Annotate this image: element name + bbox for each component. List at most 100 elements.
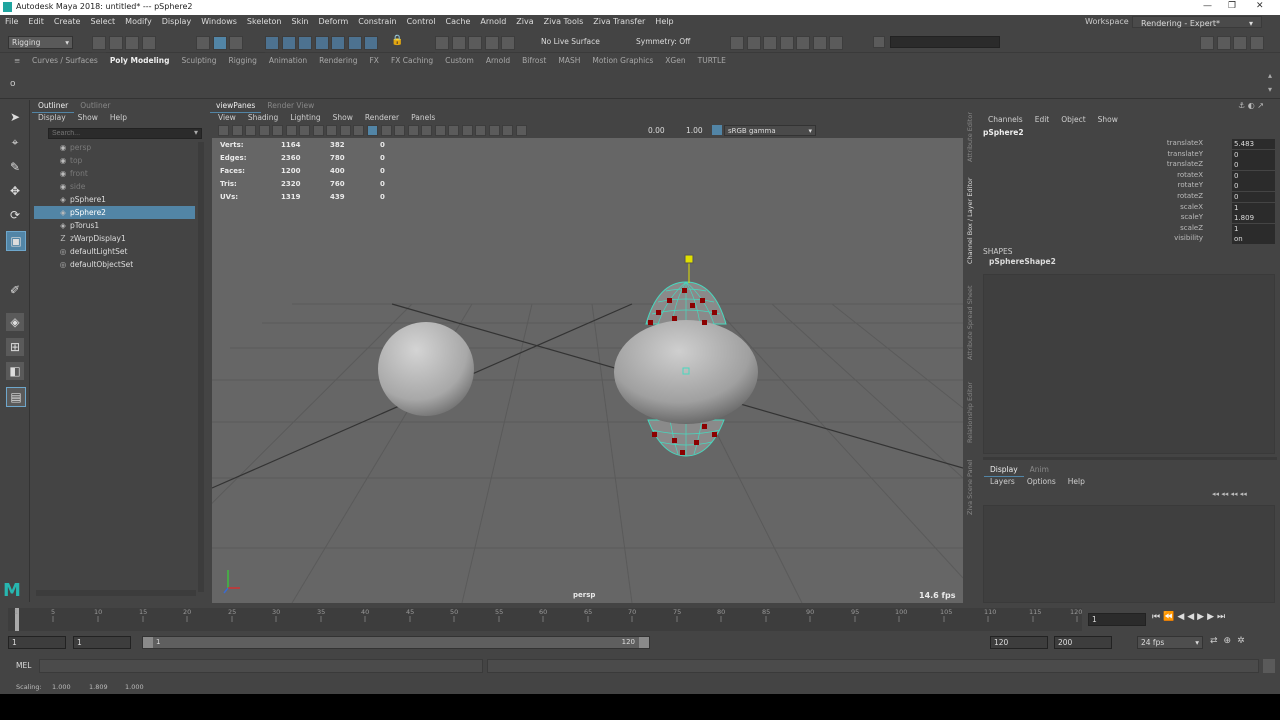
name-field[interactable] (890, 36, 1000, 48)
help-menu[interactable]: Help (1062, 476, 1091, 488)
shelf-tab[interactable]: FX Caching (385, 53, 439, 69)
channel-scalez[interactable]: scaleZ 1 (980, 224, 1275, 234)
channel-value[interactable]: on (1232, 234, 1275, 244)
film-gate-icon[interactable] (285, 125, 297, 136)
render-setup-icon[interactable] (796, 36, 811, 50)
menu-item[interactable]: Edit (23, 15, 49, 29)
channel-value[interactable]: 1 (1232, 224, 1275, 234)
shelf-tab[interactable]: Animation (263, 53, 313, 69)
viewport-menu-view[interactable]: View (212, 112, 242, 124)
outliner-layout-icon[interactable]: ▤ (6, 387, 26, 407)
select-component-icon[interactable] (229, 36, 244, 50)
outliner-menu-show[interactable]: Show (72, 112, 104, 124)
menu-item[interactable]: Windows (196, 15, 242, 29)
menu-item[interactable]: Display (157, 15, 197, 29)
mask-dynamics-icon[interactable] (347, 36, 362, 50)
single-perspective-view-icon[interactable]: ◈ (6, 313, 24, 331)
input-field-icon[interactable] (873, 36, 885, 48)
menuset-dropdown[interactable]: Rigging ▾ (8, 36, 73, 49)
outliner-item-persp[interactable]: ◉ persp (34, 141, 195, 154)
playback-end-field[interactable]: 120 (990, 636, 1048, 649)
smooth-shade-icon[interactable] (367, 125, 379, 136)
grid-toggle-icon[interactable] (272, 125, 284, 136)
shelf-tab[interactable]: Curves / Surfaces (26, 53, 104, 69)
four-view-icon[interactable]: ⊞ (6, 338, 24, 356)
menu-item[interactable]: Create (49, 15, 86, 29)
channel-rotatez[interactable]: rotateZ 0 (980, 192, 1275, 202)
channel-box-icon[interactable] (1249, 36, 1264, 50)
snap-plane-icon[interactable] (484, 36, 499, 50)
mask-joints-icon[interactable] (281, 36, 296, 50)
shelf-scroll-down-icon[interactable]: ▾ (1268, 85, 1272, 94)
menu-item[interactable]: Constrain (353, 15, 401, 29)
menu-item[interactable]: Help (650, 15, 678, 29)
outliner-tab[interactable]: Outliner (74, 100, 116, 112)
animation-end-field[interactable]: 200 (1054, 636, 1112, 649)
options-menu[interactable]: Options (1021, 476, 1062, 488)
shape-name[interactable]: pSphereShape2 (989, 257, 1056, 266)
animation-prefs-icon[interactable]: ✲ (1237, 636, 1251, 646)
outliner-vscrollbar[interactable] (198, 142, 204, 592)
render-settings-icon[interactable] (763, 36, 778, 50)
wireframe-on-shaded-icon[interactable] (380, 125, 392, 136)
shelf-tab[interactable]: TURTLE (692, 53, 732, 69)
channel-translatex[interactable]: translateX 5.483 (980, 139, 1275, 149)
outliner-item-front[interactable]: ◉ front (34, 167, 195, 180)
psphere1-mesh[interactable] (378, 322, 474, 416)
open-scene-icon[interactable] (108, 36, 123, 50)
mask-handles-icon[interactable] (265, 36, 279, 50)
menu-item[interactable]: File (0, 15, 23, 29)
channel-value[interactable]: 0 (1232, 181, 1275, 191)
outliner-menu-help[interactable]: Help (104, 112, 133, 124)
channel-value[interactable]: 1.809 (1232, 213, 1275, 223)
channel-rotatey[interactable]: rotateY 0 (980, 181, 1275, 191)
new-scene-icon[interactable] (92, 36, 106, 50)
mask-curves-icon[interactable] (298, 36, 313, 50)
shadows-icon[interactable] (421, 125, 433, 136)
shelf-tab-active[interactable]: Poly Modeling (104, 53, 176, 69)
3d-viewport[interactable]: Verts: 1164 382 0 Edges: 2360 780 0 Faces: 1200… (212, 138, 963, 603)
outliner-item-defaultobjectset[interactable]: ◎ defaultObjectSet (34, 258, 195, 271)
channel-value[interactable]: 1 (1232, 203, 1275, 213)
range-end-handle[interactable] (639, 637, 649, 648)
menu-item[interactable]: Ziva (511, 15, 538, 29)
new-layer-icon[interactable]: ◂◂ (1231, 490, 1238, 498)
shelf-tab[interactable]: FX (363, 53, 384, 69)
show-menu[interactable]: Show (1092, 114, 1124, 126)
go-to-start-icon[interactable]: ⏮ (1152, 612, 1163, 622)
playback-start-field[interactable]: 1 (73, 636, 131, 649)
new-layer-selected-icon[interactable]: ◂◂ (1240, 490, 1247, 498)
shelf-tab[interactable]: Bifrost (516, 53, 552, 69)
channels-menu[interactable]: Channels (982, 114, 1029, 126)
channel-box-side-tab[interactable]: Channel Box / Layer Editor (966, 172, 980, 264)
menu-item[interactable]: Ziva Transfer (588, 15, 650, 29)
mask-deformations-icon[interactable] (331, 36, 346, 50)
snap-grid-icon[interactable] (435, 36, 449, 50)
search-dropdown-icon[interactable]: ▾ (194, 128, 198, 137)
loop-icon[interactable]: ⇄ (1210, 636, 1224, 646)
outliner-item-side[interactable]: ◉ side (34, 180, 195, 193)
anim-layers-tab[interactable]: Anim (1024, 464, 1055, 476)
range-slider-bar[interactable]: 1 120 (142, 636, 650, 649)
object-menu[interactable]: Object (1055, 114, 1091, 126)
gate-mask-icon[interactable] (312, 125, 324, 136)
panel-splitter[interactable] (983, 457, 1277, 460)
viewport-menu-panels[interactable]: Panels (405, 112, 441, 124)
field-chart-icon[interactable] (326, 125, 338, 136)
range-start-handle[interactable] (143, 637, 153, 648)
pause-icon[interactable] (829, 36, 844, 50)
snap-surface-icon[interactable] (501, 36, 516, 50)
undo-icon[interactable] (141, 36, 156, 50)
outliner-item-top[interactable]: ◉ top (34, 154, 195, 167)
outliner-search-input[interactable] (48, 128, 202, 139)
outliner-item-psphere2[interactable]: ◈ pSphere2 (34, 206, 195, 219)
channel-value[interactable]: 0 (1232, 192, 1275, 202)
maximize-icon[interactable]: ❐ (1228, 1, 1236, 11)
exposure-icon[interactable] (516, 125, 528, 136)
hypershade-icon[interactable] (779, 36, 794, 50)
channel-rotatex[interactable]: rotateX 0 (980, 171, 1275, 181)
menu-item[interactable]: Arnold (475, 15, 511, 29)
mask-surfaces-icon[interactable] (314, 36, 329, 50)
select-tool-icon[interactable]: ➤ (6, 108, 24, 126)
menu-item[interactable]: Control (402, 15, 441, 29)
